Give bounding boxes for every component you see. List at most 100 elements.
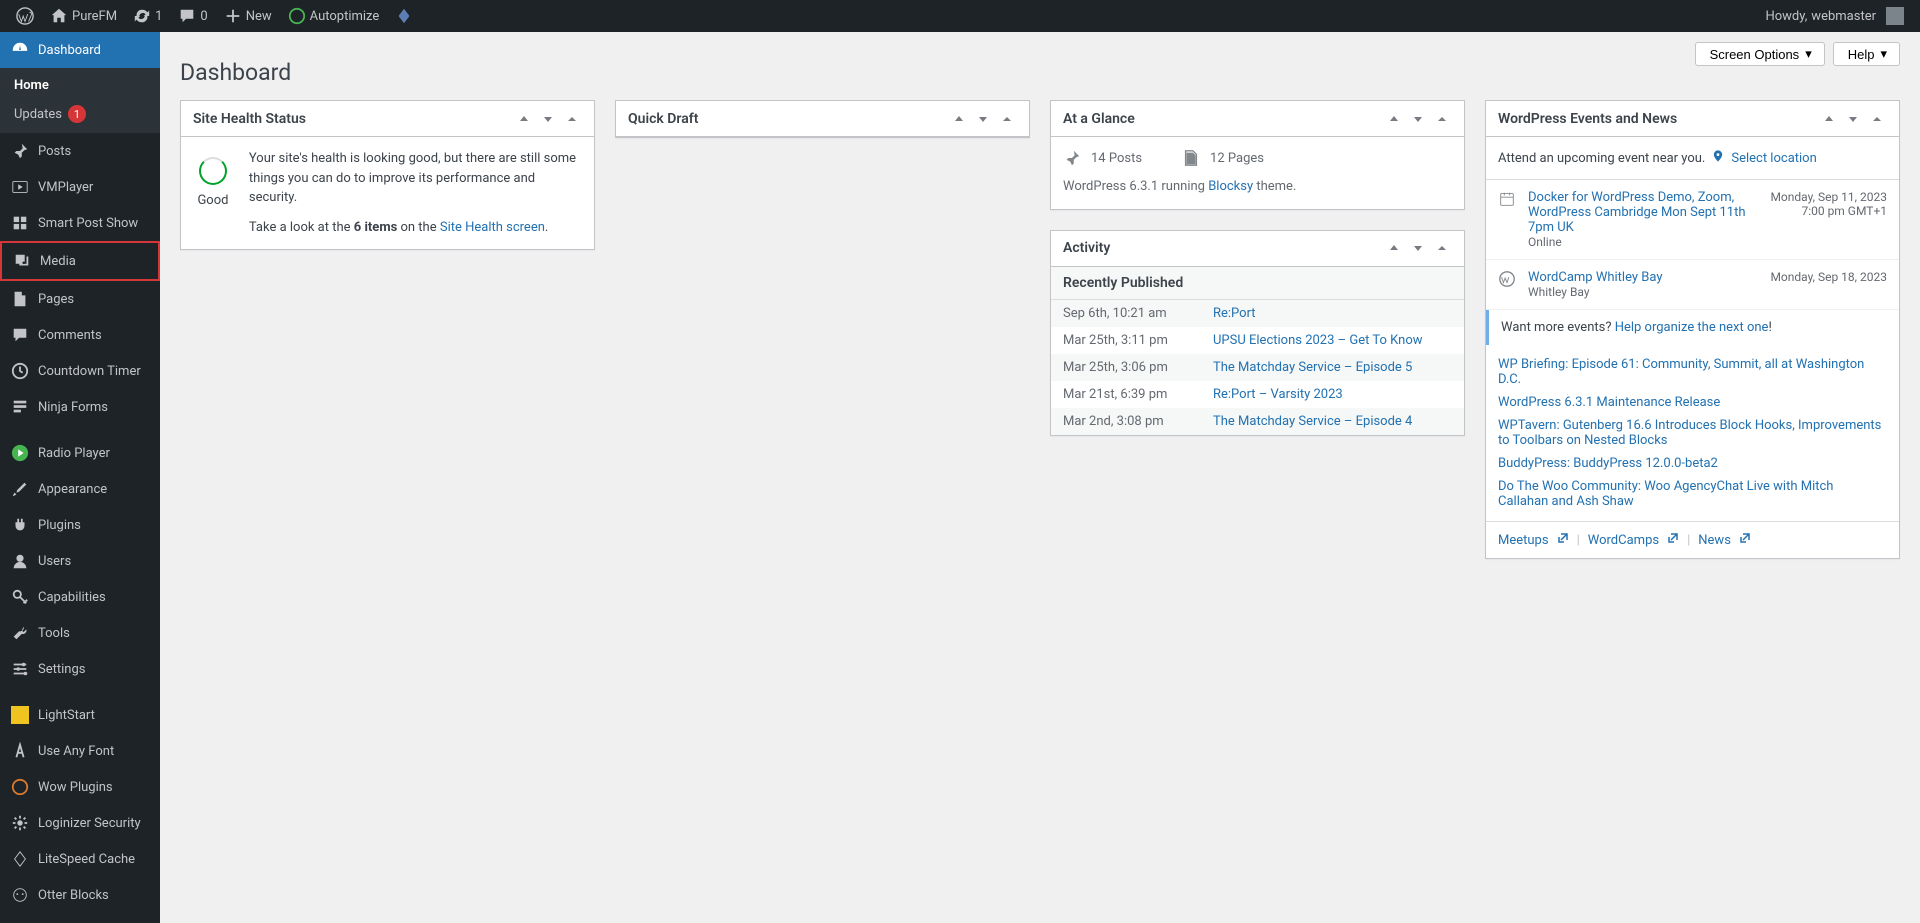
move-down-button[interactable] xyxy=(1408,109,1428,129)
sidebar-item-settings[interactable]: Settings xyxy=(0,651,160,687)
updates-link[interactable]: 1 xyxy=(125,0,170,32)
brush-icon xyxy=(10,479,30,499)
glance-posts-link[interactable]: 14 Posts xyxy=(1063,149,1142,169)
site-health-link[interactable]: Site Health screen xyxy=(440,220,545,235)
sidebar-item-comments[interactable]: Comments xyxy=(0,317,160,353)
help-button[interactable]: Help▾ xyxy=(1833,42,1900,66)
activity-row: Mar 2nd, 3:08 pmThe Matchday Service – E… xyxy=(1051,408,1464,435)
sidebar-item-appearance[interactable]: Appearance xyxy=(0,471,160,507)
event-item: Docker for WordPress Demo, Zoom, WordPre… xyxy=(1486,180,1899,260)
clock-icon xyxy=(10,361,30,381)
sidebar-item-wow-plugins[interactable]: Wow Plugins xyxy=(0,769,160,805)
sidebar-item-updates[interactable]: Updates1 xyxy=(0,99,160,129)
event-title-link[interactable]: Docker for WordPress Demo, Zoom, WordPre… xyxy=(1528,190,1760,235)
activity-post-link[interactable]: Re:Port – Varsity 2023 xyxy=(1213,387,1343,402)
sidebar-item-dashboard[interactable]: Dashboard xyxy=(0,32,160,68)
news-link-item[interactable]: WordPress 6.3.1 Maintenance Release xyxy=(1498,395,1720,410)
toggle-button[interactable] xyxy=(1432,109,1452,129)
sidebar-item-label: Loginizer Security xyxy=(38,816,141,831)
activity-row: Mar 25th, 3:06 pmThe Matchday Service – … xyxy=(1051,354,1464,381)
event-title-link[interactable]: WordCamp Whitley Bay xyxy=(1528,270,1760,285)
sidebar-item-use-any-font[interactable]: Use Any Font xyxy=(0,733,160,769)
sidebar-item-vmplayer[interactable]: VMPlayer xyxy=(0,169,160,205)
comments-count-label: 0 xyxy=(200,9,207,24)
move-down-button[interactable] xyxy=(1843,109,1863,129)
event-item: WordCamp Whitley BayWhitley BayMonday, S… xyxy=(1486,260,1899,310)
theme-link[interactable]: Blocksy xyxy=(1208,179,1253,194)
comments-link[interactable]: 0 xyxy=(170,0,215,32)
move-up-button[interactable] xyxy=(1384,238,1404,258)
sidebar-item-tools[interactable]: Tools xyxy=(0,615,160,651)
news-link[interactable]: News xyxy=(1698,533,1731,548)
sidebar-item-countdown[interactable]: Countdown Timer xyxy=(0,353,160,389)
activity-post-link[interactable]: The Matchday Service – Episode 4 xyxy=(1213,414,1412,429)
external-icon xyxy=(1667,532,1679,548)
sidebar-item-lightstart[interactable]: LightStart xyxy=(0,697,160,733)
screen-options-label: Screen Options xyxy=(1710,47,1800,62)
site-home-link[interactable]: PureFM xyxy=(42,0,125,32)
news-link-item[interactable]: WPTavern: Gutenberg 16.6 Introduces Bloc… xyxy=(1498,418,1881,448)
event-datetime: Monday, Sep 18, 2023 xyxy=(1770,270,1887,299)
sidebar-item-pages[interactable]: Pages xyxy=(0,281,160,317)
toggle-button[interactable] xyxy=(1432,238,1452,258)
dashboard-submenu: Home Updates1 xyxy=(0,68,160,133)
page-title: Dashboard xyxy=(180,50,1900,90)
activity-post-link[interactable]: The Matchday Service – Episode 5 xyxy=(1213,360,1412,375)
move-up-button[interactable] xyxy=(949,109,969,129)
radio-play-icon xyxy=(10,443,30,463)
howdy-account[interactable]: Howdy, webmaster xyxy=(1757,0,1912,32)
at-a-glance-widget: At a Glance 14 Posts 12 Pages WordPress … xyxy=(1050,100,1465,210)
howdy-username: webmaster xyxy=(1811,9,1876,24)
sidebar-item-users[interactable]: Users xyxy=(0,543,160,579)
news-link-item[interactable]: BuddyPress: BuddyPress 12.0.0-beta2 xyxy=(1498,456,1718,471)
font-icon xyxy=(10,741,30,761)
help-organize-link[interactable]: Help organize the next one xyxy=(1615,320,1769,335)
move-down-button[interactable] xyxy=(1408,238,1428,258)
key-icon xyxy=(10,587,30,607)
avatar xyxy=(1886,7,1904,25)
litespeed-bar-link[interactable] xyxy=(387,0,421,32)
screen-options-button[interactable]: Screen Options▾ xyxy=(1695,42,1825,66)
sidebar-item-home[interactable]: Home xyxy=(0,72,160,99)
sidebar-item-litespeed[interactable]: LiteSpeed Cache xyxy=(0,841,160,877)
wp-logo[interactable] xyxy=(8,0,42,32)
activity-post-link[interactable]: Re:Port xyxy=(1213,306,1256,321)
sidebar-item-smart-post-show[interactable]: Smart Post Show xyxy=(0,205,160,241)
sidebar-item-otter[interactable]: Otter Blocks xyxy=(0,877,160,913)
activity-date: Mar 25th, 3:06 pm xyxy=(1063,360,1213,375)
activity-post-link[interactable]: UPSU Elections 2023 – Get To Know xyxy=(1213,333,1423,348)
sidebar-item-capabilities[interactable]: Capabilities xyxy=(0,579,160,615)
select-location-link[interactable]: Select location xyxy=(1731,151,1816,166)
meetups-link[interactable]: Meetups xyxy=(1498,533,1549,548)
move-up-button[interactable] xyxy=(514,109,534,129)
activity-date: Mar 21st, 6:39 pm xyxy=(1063,387,1213,402)
calendar-icon xyxy=(1498,190,1518,249)
move-down-button[interactable] xyxy=(973,109,993,129)
location-pin-icon xyxy=(1711,149,1725,167)
move-up-button[interactable] xyxy=(1819,109,1839,129)
wordcamps-link[interactable]: WordCamps xyxy=(1588,533,1659,548)
sidebar-item-label: Smart Post Show xyxy=(38,216,138,231)
toggle-button[interactable] xyxy=(562,109,582,129)
news-link-item[interactable]: WP Briefing: Episode 61: Community, Summ… xyxy=(1498,357,1864,387)
sidebar-item-media[interactable]: Media xyxy=(0,241,160,281)
want-more-events: Want more events? Help organize the next… xyxy=(1486,310,1899,345)
sidebar-item-ninjaforms[interactable]: Ninja Forms xyxy=(0,389,160,425)
sidebar-item-posts[interactable]: Posts xyxy=(0,133,160,169)
events-news-widget: WordPress Events and News Attend an upco… xyxy=(1485,100,1900,559)
toggle-button[interactable] xyxy=(1867,109,1887,129)
sidebar-item-plugins[interactable]: Plugins xyxy=(0,507,160,543)
sidebar-item-radio-player[interactable]: Radio Player xyxy=(0,435,160,471)
move-up-button[interactable] xyxy=(1384,109,1404,129)
move-down-button[interactable] xyxy=(538,109,558,129)
sidebar-item-loginizer[interactable]: Loginizer Security xyxy=(0,805,160,841)
gear-icon xyxy=(10,813,30,833)
new-content-link[interactable]: New xyxy=(216,0,280,32)
updates-count-label: 1 xyxy=(155,9,162,24)
autoptimize-link[interactable]: Autoptimize xyxy=(280,0,388,32)
toggle-button[interactable] xyxy=(997,109,1017,129)
sidebar-item-collapse[interactable]: Collapse menu xyxy=(0,913,160,923)
glance-pages-link[interactable]: 12 Pages xyxy=(1182,149,1264,169)
gauge-icon xyxy=(199,157,227,185)
news-link-item[interactable]: Do The Woo Community: Woo AgencyChat Liv… xyxy=(1498,479,1833,509)
